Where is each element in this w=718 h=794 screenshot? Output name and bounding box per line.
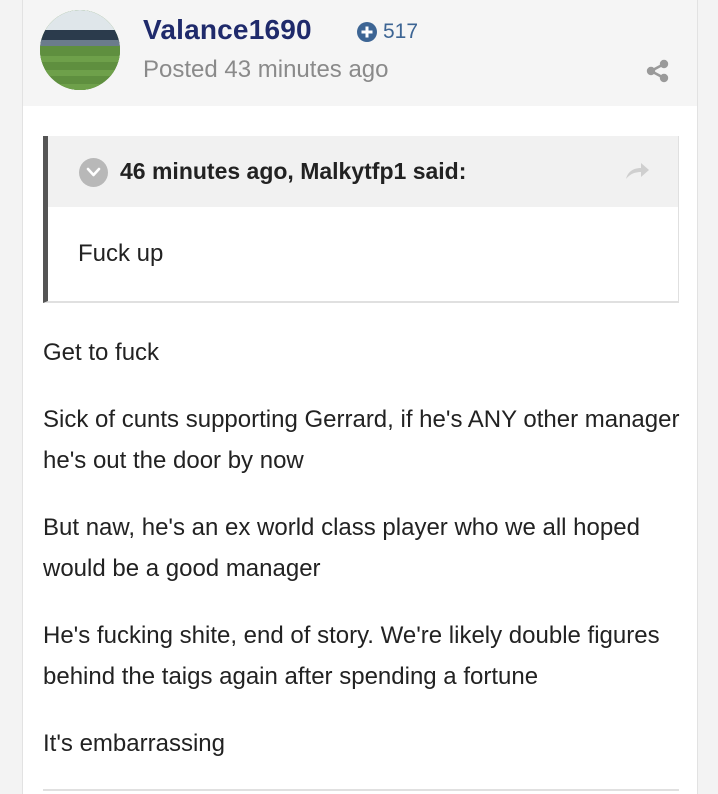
post-divider <box>43 789 679 791</box>
post-paragraph: It's embarrassing <box>43 730 225 757</box>
chevron-down-icon[interactable] <box>79 158 108 187</box>
quote-citation: 46 minutes ago, Malkytfp1 said: <box>120 158 467 184</box>
quote-header: 46 minutes ago, Malkytfp1 said: <box>48 136 678 207</box>
post-paragraph: Get to fuck <box>43 339 160 366</box>
share-icon[interactable] <box>645 58 671 84</box>
post-content: Get to fuck Sick of cunts supporting Ger… <box>43 332 683 790</box>
stadium-avatar-image <box>40 10 120 90</box>
share-arrow-icon[interactable] <box>624 160 650 182</box>
post-paragraph: But naw, he's an ex world class player w… <box>43 514 640 582</box>
post-paragraph: He's fucking shite, end of story. We're … <box>43 622 660 690</box>
reputation-count: 517 <box>383 20 419 43</box>
post-timestamp: Posted 43 minutes ago <box>143 56 389 83</box>
reputation-badge: 517 <box>357 20 418 44</box>
forum-post: Valance1690 517 Posted 43 minutes ago 46… <box>22 0 698 794</box>
quote-text: Fuck up <box>78 240 164 267</box>
post-header: Valance1690 517 Posted 43 minutes ago <box>23 0 697 106</box>
avatar[interactable] <box>40 10 120 90</box>
quote-block: 46 minutes ago, Malkytfp1 said: Fuck up <box>43 136 679 303</box>
author-name[interactable]: Valance1690 <box>143 14 312 46</box>
post-paragraph: Sick of cunts supporting Gerrard, if he'… <box>43 406 680 474</box>
plus-circle-icon <box>357 22 377 42</box>
